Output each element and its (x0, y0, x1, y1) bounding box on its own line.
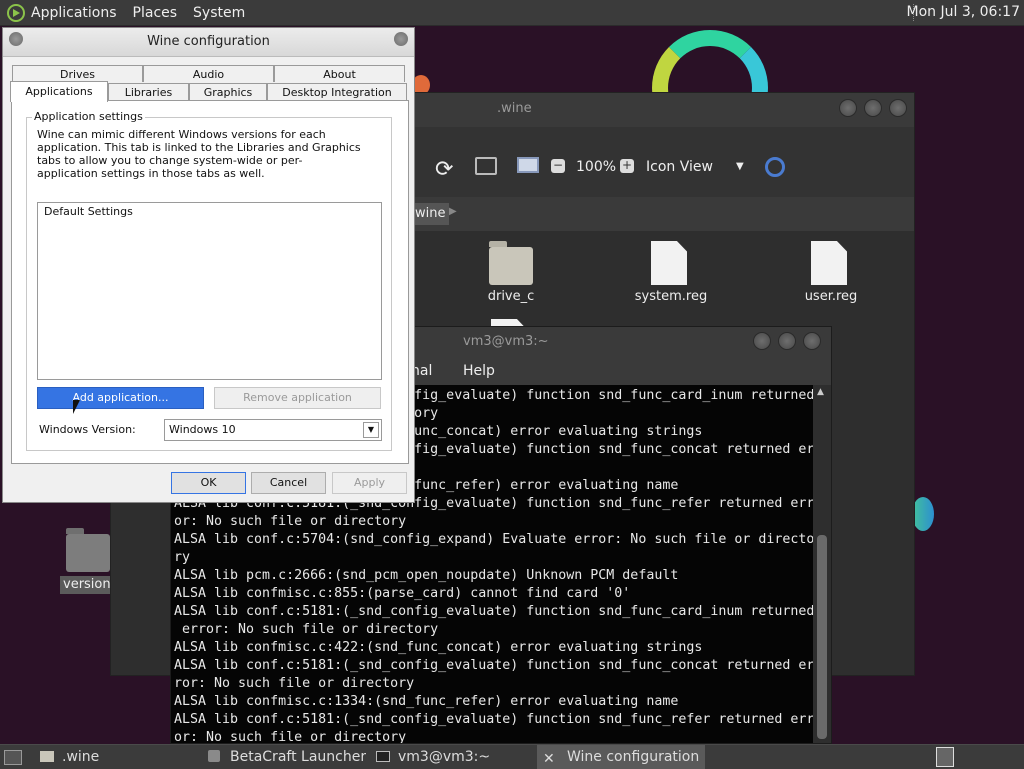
close-button[interactable] (803, 332, 821, 350)
taskbar-item-betacraft[interactable]: BetaCraft Launcher ... (200, 745, 366, 769)
taskbar-item-label: Wine configuration (567, 749, 700, 765)
window-title: vm3@vm3:~ (463, 334, 549, 349)
taskbar-item-label: .wine (62, 749, 100, 765)
reload-icon[interactable]: ⟳ (435, 157, 453, 182)
show-desktop-icon[interactable] (4, 750, 22, 765)
zoom-level: 100% (576, 159, 617, 175)
terminal-line: ror: No such file or directory (174, 676, 415, 691)
path-arrow-icon[interactable]: ▶ (449, 206, 457, 217)
desktop-folder[interactable]: versions (60, 528, 112, 596)
tab-libraries[interactable]: Libraries (108, 83, 189, 100)
windows-version-value: Windows 10 (169, 423, 236, 436)
taskbar-item-wine[interactable]: .wine (34, 745, 194, 769)
terminal-line: ALSA lib conf.c:5181:(_snd_config_evalua… (174, 604, 813, 619)
terminal-line: ALSA lib conf.c:5181:(_snd_config_evalua… (174, 658, 813, 673)
taskbar-item-label: vm3@vm3:~ (398, 749, 491, 765)
computer-icon[interactable] (517, 157, 539, 173)
minimize-button[interactable] (753, 332, 771, 350)
workspace-switcher[interactable] (936, 747, 954, 767)
applications-menu[interactable]: Applications (31, 5, 117, 21)
distro-logo-icon[interactable] (7, 3, 25, 22)
add-application-button[interactable]: Add application... (37, 387, 204, 409)
list-item[interactable]: Default Settings (44, 205, 133, 218)
window-title: .wine (497, 101, 532, 116)
minimize-button[interactable] (839, 99, 857, 117)
chevron-down-icon[interactable]: ▼ (363, 422, 379, 438)
file-name: drive_c (487, 289, 535, 304)
maximize-button[interactable] (778, 332, 796, 350)
taskbar-item-label: BetaCraft Launcher ... (230, 749, 366, 765)
file-icon (811, 241, 847, 285)
places-menu[interactable]: Places (133, 5, 178, 21)
taskbar: .wine BetaCraft Launcher ... vm3@vm3:~ ✕… (0, 744, 1024, 769)
terminal-line: ALSA lib confmisc.c:855:(parse_card) can… (174, 586, 631, 601)
ok-button[interactable]: OK (171, 472, 246, 494)
file-name: user.reg (804, 289, 858, 304)
tab-panel: Application settings Wine can mimic diff… (11, 100, 409, 464)
file-item-user-reg[interactable]: user.reg (791, 239, 871, 309)
desktop-folder-label: versions (60, 576, 112, 594)
top-panel: Applications Places System Mon Jul 3, 06… (0, 0, 1024, 26)
folder-icon (66, 528, 110, 572)
terminal-line: ALSA lib pcm.c:2666:(snd_pcm_open_noupda… (174, 568, 679, 583)
tab-drives[interactable]: Drives (12, 65, 143, 82)
group-title: Application settings (32, 110, 145, 123)
taskbar-item-wine-configuration[interactable]: ✕ Wine configuration (537, 745, 705, 769)
wrench-icon: ✕ (543, 751, 555, 767)
wine-config-dialog: Wine configuration Drives Audio About Ap… (2, 27, 415, 503)
windows-version-select[interactable]: Windows 10 ▼ (164, 419, 382, 441)
system-menu[interactable]: System (193, 5, 245, 21)
application-settings-group: Application settings Wine can mimic diff… (26, 110, 392, 451)
java-icon (208, 750, 220, 762)
terminal-line: ALSA lib confmisc.c:422:(snd_func_concat… (174, 640, 703, 655)
terminal-line: ALSA lib conf.c:5181:(_snd_config_evalua… (174, 712, 813, 727)
tab-audio[interactable]: Audio (143, 65, 274, 82)
tab-graphics[interactable]: Graphics (189, 83, 267, 100)
wine-config-titlebar[interactable]: Wine configuration (3, 28, 414, 57)
view-mode-select[interactable]: Icon View (646, 159, 713, 175)
close-button[interactable] (394, 32, 408, 46)
terminal-line: ALSA lib confmisc.c:1334:(snd_func_refer… (174, 694, 679, 709)
terminal-scrollbar[interactable]: ▲ (813, 385, 831, 743)
folder-icon (489, 241, 533, 285)
close-button[interactable] (889, 99, 907, 117)
cancel-button[interactable]: Cancel (251, 472, 326, 494)
terminal-line: ry (174, 550, 191, 565)
search-icon[interactable] (765, 157, 785, 177)
file-name: system.reg (634, 289, 708, 304)
tab-about[interactable]: About (274, 65, 405, 82)
file-item-system-reg[interactable]: system.reg (631, 239, 711, 309)
windows-version-label: Windows Version: (39, 423, 136, 436)
window-title: Wine configuration (147, 34, 270, 49)
file-item-drive-c[interactable]: drive_c (481, 239, 541, 309)
terminal-line: error: No such file or directory (174, 622, 439, 637)
description-text: Wine can mimic different Windows version… (37, 128, 361, 180)
terminal-line: or: No such file or directory (174, 514, 407, 529)
remove-application-button[interactable]: Remove application (214, 387, 381, 409)
mouse-cursor-icon (73, 400, 80, 414)
apply-button[interactable]: Apply (332, 472, 407, 494)
path-segment[interactable]: wine (411, 203, 450, 225)
chevron-down-icon[interactable]: ▼ (736, 161, 744, 172)
terminal-icon (376, 751, 390, 762)
zoom-in-icon[interactable]: + (620, 159, 634, 173)
scroll-up-icon[interactable]: ▲ (817, 387, 824, 397)
terminal-line: ALSA lib conf.c:5704:(snd_config_expand)… (174, 532, 813, 547)
file-icon (651, 241, 687, 285)
application-list[interactable]: Default Settings (37, 202, 382, 380)
wallpaper-shape (912, 497, 934, 531)
terminal-line: or: No such file or directory (174, 730, 407, 743)
scrollbar-thumb[interactable] (817, 535, 827, 739)
folder-icon (40, 751, 54, 762)
clock[interactable]: Mon Jul 3, 06:17 (907, 4, 1020, 20)
maximize-button[interactable] (864, 99, 882, 117)
home-icon[interactable] (475, 157, 497, 175)
menu-help[interactable]: Help (463, 363, 495, 379)
zoom-out-icon[interactable]: − (551, 159, 565, 173)
taskbar-item-terminal[interactable]: vm3@vm3:~ (368, 745, 534, 769)
tab-desktop-integration[interactable]: Desktop Integration (267, 83, 407, 100)
tab-applications[interactable]: Applications (10, 81, 108, 102)
